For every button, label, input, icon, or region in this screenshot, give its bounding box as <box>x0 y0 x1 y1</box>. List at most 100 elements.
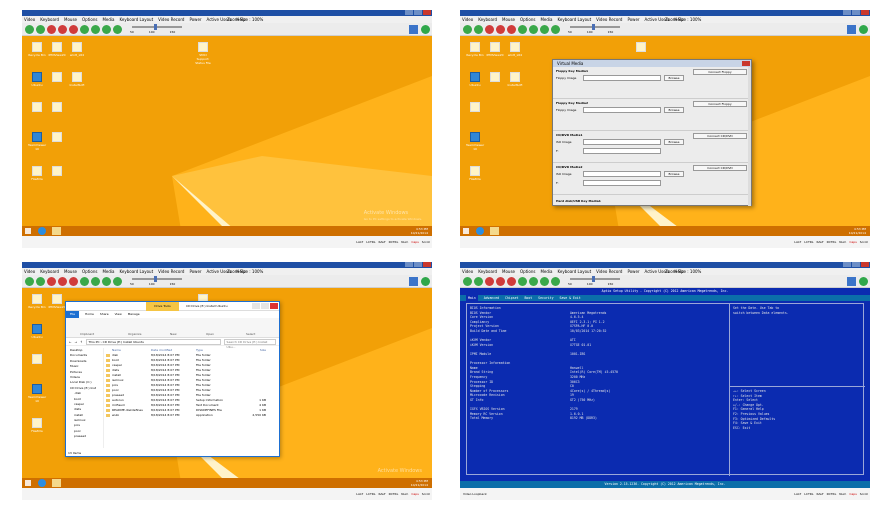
refresh-icon[interactable] <box>25 25 34 34</box>
menu-keyboard[interactable]: Keyboard <box>478 268 497 275</box>
browse-button[interactable]: Browse <box>664 75 684 81</box>
iso-image-radio[interactable]: ISO Image <box>556 140 572 144</box>
connect-floppy-button[interactable]: Connect Floppy <box>693 69 747 75</box>
menu-power[interactable]: Power <box>627 268 639 275</box>
internet-explorer-icon[interactable] <box>38 227 46 235</box>
power-icon[interactable] <box>421 277 430 286</box>
minimize-icon[interactable] <box>843 10 851 15</box>
explorer-titlebar[interactable]: Drive Tools CD Drive (E:) Install Ubuntu <box>66 302 279 311</box>
users-icon[interactable] <box>551 277 560 286</box>
desktop-icon-file[interactable] <box>48 102 66 113</box>
forward-arrow-icon[interactable]: → <box>75 340 78 344</box>
pause-icon[interactable] <box>474 25 483 34</box>
close-icon[interactable] <box>423 262 431 267</box>
record-icon[interactable] <box>496 277 505 286</box>
desktop-icon-file[interactable] <box>48 166 66 177</box>
menu-video[interactable]: Video <box>462 268 473 275</box>
power-icon[interactable] <box>859 25 868 34</box>
mouse-icon[interactable] <box>91 25 100 34</box>
refresh-icon[interactable] <box>463 25 472 34</box>
users-icon[interactable] <box>113 25 122 34</box>
desktop-icon-folder[interactable] <box>486 72 504 83</box>
maximize-icon[interactable] <box>414 10 422 15</box>
menu-mouse[interactable]: Mouse <box>502 268 515 275</box>
capture-icon[interactable] <box>507 277 516 286</box>
users-icon[interactable] <box>551 25 560 34</box>
desktop-icon-ubuntu[interactable]: Ubuntu <box>466 72 484 87</box>
bios-tab-main[interactable]: Main <box>466 295 478 301</box>
start-button-icon[interactable] <box>463 228 469 234</box>
menu-media[interactable]: Media <box>102 16 114 23</box>
drive-radio[interactable]: F: <box>556 181 559 185</box>
desktop-icon-filezilla[interactable]: FileZilla <box>28 166 46 181</box>
zoom-slider[interactable] <box>570 278 620 280</box>
menu-video-record[interactable]: Video Record <box>158 268 184 275</box>
menu-options[interactable]: Options <box>520 16 535 23</box>
bios-tab-advanced[interactable]: Advanced <box>484 295 499 301</box>
menu-keyboard-layout[interactable]: Keyboard Layout <box>119 268 153 275</box>
connect-cddvd-button[interactable]: Connect CD/DVD <box>693 165 747 171</box>
maximize-icon[interactable] <box>852 262 860 267</box>
tab-home[interactable]: Home <box>85 311 94 318</box>
menu-options[interactable]: Options <box>520 268 535 275</box>
desktop-icon-folder[interactable] <box>48 72 66 83</box>
browse-button[interactable]: Browse <box>664 171 684 177</box>
desktop-icon-win8[interactable]: win8_x64 <box>506 42 524 57</box>
desktop-icon-teamviewer[interactable]: TeamViewer 10 <box>28 132 46 151</box>
virtual-media-titlebar[interactable]: Virtual Media <box>553 60 751 67</box>
nav-item[interactable]: preseed <box>66 434 103 439</box>
desktop-icon-file[interactable] <box>28 354 46 365</box>
menu-options[interactable]: Options <box>82 16 97 23</box>
pause-icon[interactable] <box>474 277 483 286</box>
file-explorer-icon[interactable] <box>52 479 61 487</box>
desktop-icon-filezilla[interactable]: FileZilla <box>28 418 46 433</box>
pause-icon[interactable] <box>36 25 45 34</box>
bios-tab-boot[interactable]: Boot <box>524 295 532 301</box>
start-button-icon[interactable] <box>25 480 31 486</box>
desktop-icon-file[interactable] <box>28 102 46 113</box>
desktop-icon-smci-support[interactable] <box>632 42 650 53</box>
iso-image-radio[interactable]: ISO Image <box>556 172 572 176</box>
desktop-icon-recycle-bin[interactable]: Recycle Bin <box>466 42 484 57</box>
internet-explorer-icon[interactable] <box>38 479 46 487</box>
menu-mouse[interactable]: Mouse <box>64 16 77 23</box>
keyboard-icon[interactable] <box>80 25 89 34</box>
search-input[interactable]: Search CD Drive (E:) Install Ubu... <box>223 338 276 349</box>
menu-media[interactable]: Media <box>540 268 552 275</box>
close-icon[interactable] <box>270 303 278 309</box>
media-icon[interactable] <box>102 25 111 34</box>
keyboard-icon[interactable] <box>80 277 89 286</box>
desktop-icon-ipmiview[interactable]: IPMIView20 <box>48 294 66 309</box>
media-icon[interactable] <box>540 277 549 286</box>
power-icon[interactable] <box>421 25 430 34</box>
back-arrow-icon[interactable]: ← <box>69 340 72 344</box>
drive-path-field[interactable] <box>583 148 661 154</box>
desktop-icon-ipmiview[interactable]: IPMIView20 <box>486 42 504 57</box>
info-icon[interactable] <box>847 25 856 34</box>
up-arrow-icon[interactable]: ↑ <box>80 340 83 344</box>
desktop-icon-installsoft[interactable]: InstallSoft <box>68 72 86 87</box>
info-icon[interactable] <box>847 277 856 286</box>
desktop-icon-file[interactable] <box>48 132 66 143</box>
menu-video[interactable]: Video <box>462 16 473 23</box>
users-icon[interactable] <box>113 277 122 286</box>
taskbar-clock[interactable]: 4:53 PM 10/21/2014 <box>411 227 428 235</box>
bios-tab-chipset[interactable]: Chipset <box>505 295 518 301</box>
close-icon[interactable] <box>861 262 869 267</box>
menu-keyboard[interactable]: Keyboard <box>40 268 59 275</box>
desktop-icon-ipmiview[interactable]: IPMIView20 <box>48 42 66 57</box>
internet-explorer-icon[interactable] <box>476 227 484 235</box>
desktop-icon-win8[interactable]: win8_x64 <box>68 42 86 57</box>
menu-keyboard-layout[interactable]: Keyboard Layout <box>557 16 591 23</box>
menu-video-record[interactable]: Video Record <box>596 268 622 275</box>
image-path-field[interactable] <box>583 171 661 177</box>
capture-icon[interactable] <box>507 25 516 34</box>
media-icon[interactable] <box>540 25 549 34</box>
file-row[interactable]: wubi 8/18/2014 8:07 PM Application 2,550 KB <box>106 413 279 418</box>
image-path-field[interactable] <box>583 139 661 145</box>
info-icon[interactable] <box>409 25 418 34</box>
capture-icon[interactable] <box>69 25 78 34</box>
pause-icon[interactable] <box>36 277 45 286</box>
tab-view[interactable]: View <box>115 311 122 318</box>
taskbar-clock[interactable]: 4:53 PM 10/21/2014 <box>411 479 428 487</box>
